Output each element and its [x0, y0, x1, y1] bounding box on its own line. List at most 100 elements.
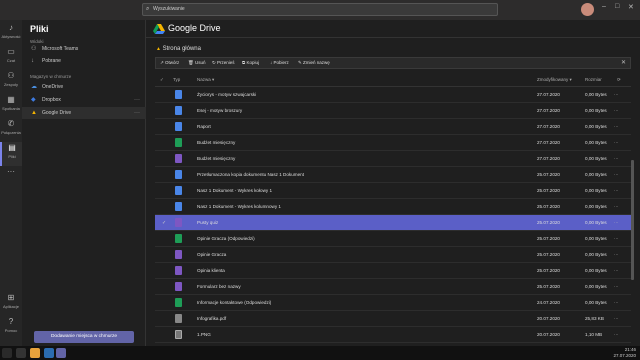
storage-google-drive[interactable]: ▲ Google Drive ··· [22, 107, 146, 119]
file-name[interactable]: Infografika.pdf [197, 316, 226, 321]
title-bar: ⌕ Wyszukiwanie – □ ✕ [0, 0, 640, 20]
table-row[interactable]: Nasz 1 Dokument - Wykres kolumnowy 1 25.0… [155, 199, 631, 215]
file-name[interactable]: Budżet miesięczny [197, 156, 235, 161]
table-row[interactable]: Opinia klienta 25.07.2020 0,00 Bytes ··· [155, 263, 631, 279]
table-row[interactable]: ✓ Pusty quiz 25.07.2020 0,00 Bytes ··· [155, 215, 631, 231]
file-name[interactable]: Esej - motyw broszury [197, 108, 242, 113]
taskbar: 21:46 27.07.2020 [0, 346, 640, 360]
avatar[interactable] [581, 3, 594, 16]
rail-chat[interactable]: ▭ Czat [0, 46, 22, 70]
rail-more[interactable]: ··· [0, 166, 22, 190]
copy-button[interactable]: ⧉ Kopiuj [242, 60, 259, 65]
view-downloads[interactable]: ↓ Pobrane [22, 55, 146, 67]
download-button[interactable]: ↓ Pobierz [270, 60, 289, 65]
more-options-icon[interactable]: ··· [614, 220, 619, 225]
teams-taskbar-icon[interactable] [56, 348, 66, 358]
more-options-icon[interactable]: ··· [614, 300, 619, 305]
more-options-icon[interactable]: ··· [134, 94, 140, 106]
view-teams[interactable]: ⚇ Microsoft Teams [22, 43, 146, 55]
rail-files[interactable]: ▤ Pliki [0, 142, 22, 166]
maximize-icon[interactable]: □ [615, 3, 619, 10]
more-options-icon[interactable]: ··· [614, 92, 619, 97]
more-options-icon[interactable]: ··· [614, 140, 619, 145]
more-options-icon[interactable]: ··· [614, 284, 619, 289]
more-options-icon[interactable]: ··· [614, 156, 619, 161]
scrollbar[interactable] [631, 160, 634, 280]
table-row[interactable]: Raport 27.07.2020 0,00 Bytes ··· [155, 119, 631, 135]
more-options-icon[interactable]: ··· [614, 172, 619, 177]
file-name[interactable]: Raport [197, 124, 211, 129]
rail-activity[interactable]: ♪ Aktywność [0, 22, 22, 46]
table-row[interactable]: Esej - motyw broszury 27.07.2020 0,00 Byte… [155, 103, 631, 119]
more-options-icon[interactable]: ··· [614, 316, 619, 321]
more-options-icon[interactable]: ··· [614, 204, 619, 209]
delete-button[interactable]: 🗑 Usuń [188, 60, 205, 66]
file-name[interactable]: Nasz 1 Dokument - Wykres kołowy 1 [197, 188, 272, 193]
more-options-icon[interactable]: ··· [134, 107, 140, 119]
table-row[interactable]: Budżet miesięczny 27.07.2020 0,00 Bytes ··· [155, 135, 631, 151]
table-row[interactable]: Życiorys - motyw szwajcarski 27.07.2020 0,… [155, 87, 631, 103]
storage-onedrive[interactable]: ☁ OneDrive [22, 81, 146, 93]
file-name[interactable]: Przetłumaczona kopia dokumentu Nasz 1 Do… [197, 172, 304, 177]
table-row[interactable]: Informacje kontaktowe (Odpowiedzi) 24.07.… [155, 295, 631, 311]
table-row[interactable]: Infografika.pdf 20.07.2020 25,83 KB ··· [155, 311, 631, 327]
select-all-checkbox[interactable]: ✓ [160, 77, 164, 83]
file-modified: 27.07.2020 [537, 140, 560, 145]
more-options-icon[interactable]: ··· [614, 188, 619, 193]
start-icon[interactable] [2, 348, 12, 358]
file-name[interactable]: Opinie Gracza (Odpowiedzi) [197, 236, 255, 241]
more-options-icon[interactable]: ··· [614, 332, 619, 337]
file-name[interactable]: Opinie Gracza [197, 252, 226, 257]
file-name[interactable]: Życiorys - motyw szwajcarski [197, 92, 256, 97]
open-button[interactable]: ↗ Otwórz [160, 60, 179, 66]
close-icon[interactable]: ✕ [621, 59, 626, 66]
file-name[interactable]: Opinia klienta [197, 268, 225, 273]
phone-icon: ✆ [7, 119, 15, 128]
file-name[interactable]: Pusty quiz [197, 220, 218, 225]
rail-apps[interactable]: ⊞ Aplikacje [0, 292, 22, 316]
more-options-icon[interactable]: ··· [614, 268, 619, 273]
row-checkbox[interactable]: ✓ [162, 220, 166, 226]
more-options-icon[interactable]: ··· [614, 108, 619, 113]
table-row[interactable]: Formularz bez nazwy 25.07.2020 0,00 Bytes ·… [155, 279, 631, 295]
search-input[interactable]: ⌕ Wyszukiwanie [142, 3, 498, 16]
col-size[interactable]: Rozmiar [585, 77, 602, 82]
table-row[interactable]: Budżet miesięczny 27.07.2020 0,00 Bytes ··· [155, 151, 631, 167]
file-name[interactable]: 1.PNG [197, 332, 211, 337]
file-name[interactable]: Nasz 1 Dokument - Wykres kolumnowy 1 [197, 204, 281, 209]
breadcrumb[interactable]: ▲ Strona główna [156, 46, 201, 52]
rename-button[interactable]: ✎ Zmień nazwę [298, 60, 330, 66]
rail-help[interactable]: ? Pomoc [0, 316, 22, 340]
file-name[interactable]: Budżet miesięczny [197, 140, 235, 145]
minimize-icon[interactable]: – [602, 3, 606, 10]
col-type[interactable]: Typ [173, 77, 180, 82]
explorer-icon[interactable] [30, 348, 40, 358]
storage-dropbox[interactable]: ◆ Dropbox ··· [22, 94, 146, 106]
table-row[interactable]: 1.PNG 20.07.2020 1,10 MB ··· [155, 327, 631, 343]
taskbar-app-icon[interactable] [16, 348, 26, 358]
add-cloud-storage-button[interactable]: Dodawanie miejsca w chmurze [34, 331, 134, 343]
refresh-icon[interactable]: ⟳ [617, 77, 621, 83]
chat-icon: ▭ [7, 47, 15, 56]
rail-calendar[interactable]: ▦ Spotkania [0, 94, 22, 118]
close-icon[interactable]: ✕ [628, 3, 634, 11]
file-name[interactable]: Formularz bez nazwy [197, 284, 241, 289]
file-name[interactable]: Informacje kontaktowe (Odpowiedzi) [197, 300, 271, 305]
table-row[interactable]: Opinie Gracza (Odpowiedzi) 25.07.2020 0,00… [155, 231, 631, 247]
more-options-icon[interactable]: ··· [614, 236, 619, 241]
rail-calls[interactable]: ✆ Połączenia [0, 118, 22, 142]
file-modified: 25.07.2020 [537, 188, 560, 193]
form-file-icon [175, 218, 182, 227]
more-options-icon[interactable]: ··· [614, 124, 619, 129]
file-size: 0,00 Bytes [585, 220, 607, 225]
move-button[interactable]: ↻ Przenieś [212, 60, 235, 66]
file-size: 0,00 Bytes [585, 92, 607, 97]
col-modified[interactable]: Zmodyfikowany ▾ [537, 77, 572, 83]
table-row[interactable]: Nasz 1 Dokument - Wykres kołowy 1 25.07.2… [155, 183, 631, 199]
taskbar-app-icon[interactable] [44, 348, 54, 358]
rail-teams[interactable]: ⚇ Zespoły [0, 70, 22, 94]
col-name[interactable]: Nazwa ▾ [197, 77, 214, 83]
table-row[interactable]: Przetłumaczona kopia dokumentu Nasz 1 Do… [155, 167, 631, 183]
more-options-icon[interactable]: ··· [614, 252, 619, 257]
table-row[interactable]: Opinie Gracza 25.07.2020 0,00 Bytes ··· [155, 247, 631, 263]
